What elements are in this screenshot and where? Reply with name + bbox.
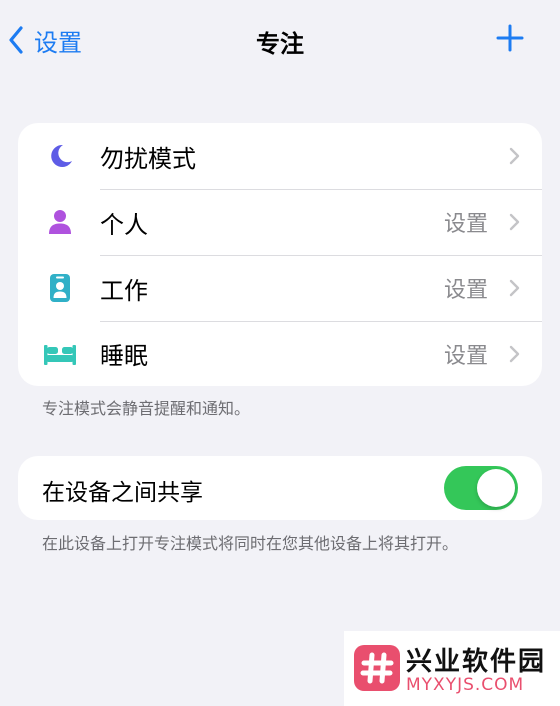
row-divider — [100, 255, 542, 256]
focus-row-detail: 设置 — [443, 343, 488, 369]
focus-mode-list: 勿扰模式 个人 设置 工作 设置 睡眠 设置 — [18, 123, 542, 386]
person-icon — [40, 206, 80, 238]
toggle-knob — [477, 469, 515, 507]
focus-row-sleep[interactable]: 睡眠 设置 — [18, 321, 542, 386]
plus-icon — [496, 24, 524, 52]
chevron-right-icon — [509, 279, 520, 297]
focus-row-personal[interactable]: 个人 设置 — [18, 189, 542, 255]
navigation-bar: 设置 专注 — [0, 0, 560, 82]
focus-row-work[interactable]: 工作 设置 — [18, 255, 542, 321]
share-footnote: 在此设备上打开专注模式将同时在您其他设备上将其打开。 — [42, 534, 459, 553]
focus-row-do-not-disturb[interactable]: 勿扰模式 — [18, 123, 542, 189]
moon-icon — [40, 140, 80, 172]
focus-footnote: 专注模式会静音提醒和通知。 — [42, 399, 251, 418]
chevron-right-icon — [509, 147, 520, 165]
page-title: 专注 — [256, 30, 304, 58]
share-across-devices-toggle[interactable] — [444, 466, 518, 510]
share-across-devices-row: 在设备之间共享 — [18, 456, 542, 520]
focus-row-label: 工作 — [100, 276, 148, 305]
focus-row-detail: 设置 — [443, 278, 488, 303]
focus-row-label: 个人 — [100, 210, 148, 239]
row-divider — [100, 189, 542, 190]
focus-row-label: 睡眠 — [100, 342, 148, 370]
chevron-right-icon — [509, 213, 520, 231]
watermark-name: 兴业软件园 — [406, 647, 547, 677]
watermark-url: MYXYJS.COM — [406, 675, 525, 695]
add-focus-button[interactable] — [496, 24, 524, 52]
share-across-devices-label: 在设备之间共享 — [42, 480, 203, 506]
focus-row-label: 勿扰模式 — [100, 144, 196, 173]
id-badge-icon — [40, 272, 80, 304]
watermark: 兴业软件园 MYXYJS.COM — [344, 631, 560, 706]
chevron-right-icon — [509, 345, 520, 363]
hash-logo-icon — [354, 645, 400, 691]
bed-icon — [40, 338, 80, 370]
row-divider — [100, 321, 542, 322]
focus-row-detail: 设置 — [443, 212, 488, 237]
